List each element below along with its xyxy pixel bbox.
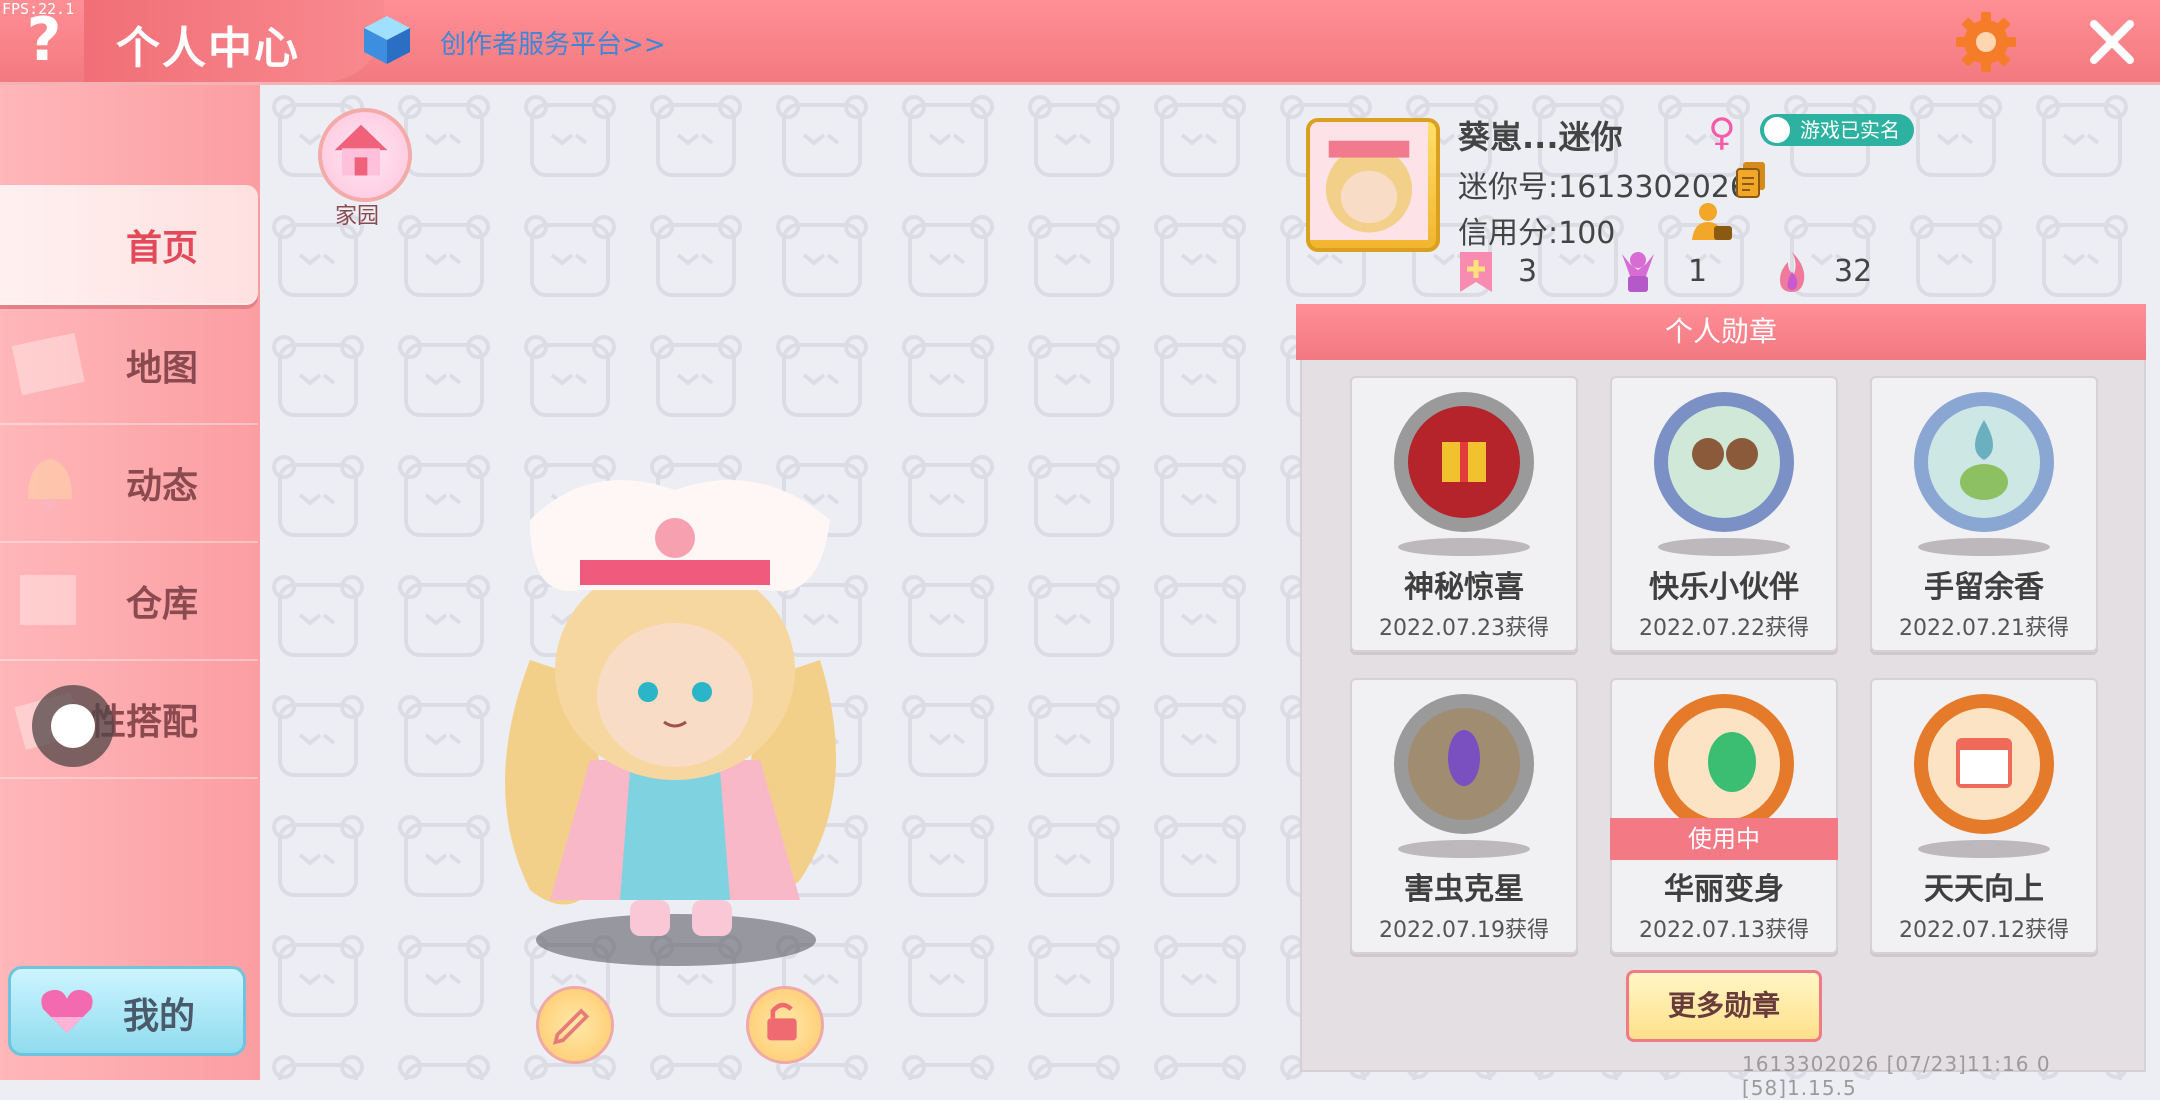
floating-assist-button[interactable] <box>32 685 114 767</box>
house-icon <box>334 124 388 176</box>
calendar-medal-icon <box>1914 694 2054 834</box>
transform-medal-icon <box>1654 694 1794 834</box>
home-garden-label: 家园 <box>335 204 380 229</box>
sidebar: 首页 地图 动态 仓库 个性搭配 <box>0 85 260 1080</box>
badge-name: 快乐小伙伴 <box>1649 570 1799 605</box>
close-icon[interactable] <box>2084 14 2140 70</box>
pest-medal-icon <box>1394 694 1534 834</box>
gear-icon[interactable] <box>1954 10 2018 74</box>
badge-name: 手留余香 <box>1924 570 2044 605</box>
cube-icon[interactable] <box>362 14 412 66</box>
badge-date: 2022.07.12获得 <box>1899 918 2069 943</box>
lock-icon <box>767 1002 797 1041</box>
copy-icon[interactable] <box>1734 160 1768 200</box>
badge-name: 神秘惊喜 <box>1404 570 1524 605</box>
badge-date: 2022.07.19获得 <box>1379 918 1549 943</box>
fragrance-medal-icon <box>1914 392 2054 532</box>
lock-button[interactable] <box>746 986 824 1064</box>
badge-shadow <box>1398 538 1530 556</box>
page-title: 个人中心 <box>116 23 300 74</box>
badges-header: 个人勋章 <box>1296 304 2146 360</box>
sidebar-item-map[interactable]: 地图 <box>0 305 258 425</box>
badge-card[interactable]: 手留余香 2022.07.21获得 <box>1870 376 2098 652</box>
avatar[interactable] <box>1306 118 1440 252</box>
badge-name: 害虫克星 <box>1404 872 1524 907</box>
heart-icon <box>41 989 93 1033</box>
badge-name: 华丽变身 <box>1664 872 1784 907</box>
avatar-portrait <box>1310 122 1428 240</box>
badge-name: 天天向上 <box>1924 872 2044 907</box>
badge-shadow <box>1658 538 1790 556</box>
badge-card[interactable]: 使用中 华丽变身 2022.07.13获得 <box>1610 678 1838 954</box>
verified-badge[interactable]: 游戏已实名 <box>1760 114 1914 146</box>
user-check-icon <box>1764 117 1790 143</box>
sidebar-item-warehouse[interactable]: 仓库 <box>0 541 258 661</box>
badge-card[interactable]: 害虫克星 2022.07.19获得 <box>1350 678 1578 954</box>
in-use-label: 使用中 <box>1610 818 1838 860</box>
badge-date: 2022.07.13获得 <box>1639 918 1809 943</box>
home-garden-button[interactable] <box>318 108 412 202</box>
sidebar-item-label: 动态 <box>125 466 198 507</box>
sidebar-item-home[interactable]: 首页 <box>0 185 258 305</box>
box-icon <box>20 575 76 625</box>
avatar-character[interactable] <box>440 460 860 980</box>
badge-date: 2022.07.22获得 <box>1639 616 1809 641</box>
map-icon <box>11 332 85 396</box>
stat-value: 1 <box>1688 254 1708 289</box>
stat-value: 3 <box>1518 254 1538 289</box>
sidebar-item-feed[interactable]: 动态 <box>0 423 258 543</box>
help-button[interactable]: ? <box>18 10 70 70</box>
badge-shadow <box>1398 840 1530 858</box>
badge-shadow <box>1918 840 2050 858</box>
flame-icon[interactable] <box>1772 250 1812 294</box>
sidebar-item-label: 地图 <box>125 348 198 389</box>
user-name: 葵崽...迷你 <box>1458 118 1623 156</box>
credit-score: 信用分:100 <box>1458 216 1616 251</box>
edit-button[interactable] <box>536 986 614 1064</box>
badge-card[interactable]: 神秘惊喜 2022.07.23获得 <box>1350 376 1578 652</box>
credit-info-icon[interactable] <box>1690 200 1734 244</box>
badge-date: 2022.07.23获得 <box>1379 616 1549 641</box>
badge-date: 2022.07.21获得 <box>1899 616 2069 641</box>
badge-card[interactable]: 快乐小伙伴 2022.07.22获得 <box>1610 376 1838 652</box>
pencil-icon <box>552 1008 590 1045</box>
gift-medal-icon <box>1394 392 1534 532</box>
mine-label: 我的 <box>123 996 196 1037</box>
female-icon: ♀ <box>1708 110 1736 154</box>
top-bar: FPS:22.1 Ping:0 ? 个人中心 创作者服务平台>> <box>0 0 2160 85</box>
fan-icon[interactable] <box>1618 250 1658 294</box>
more-badges-button[interactable]: 更多勋章 <box>1626 970 1822 1042</box>
badge-shadow <box>1918 538 2050 556</box>
bell-icon <box>28 459 72 511</box>
sidebar-item-label: 仓库 <box>125 584 198 625</box>
sidebar-item-label: 首页 <box>125 228 198 269</box>
badge-card[interactable]: 天天向上 2022.07.12获得 <box>1870 678 2098 954</box>
mine-button[interactable]: 我的 <box>8 966 246 1056</box>
friends-medal-icon <box>1654 392 1794 532</box>
creator-platform-link[interactable]: 创作者服务平台>> <box>440 24 666 61</box>
verified-label: 游戏已实名 <box>1800 118 1900 142</box>
flag-plus-icon[interactable] <box>1456 250 1496 294</box>
footer-info: 1613302026 [07/23]11:16 0 [58]1.15.5 <box>1742 1052 2051 1100</box>
stat-value: 32 <box>1834 254 1873 289</box>
